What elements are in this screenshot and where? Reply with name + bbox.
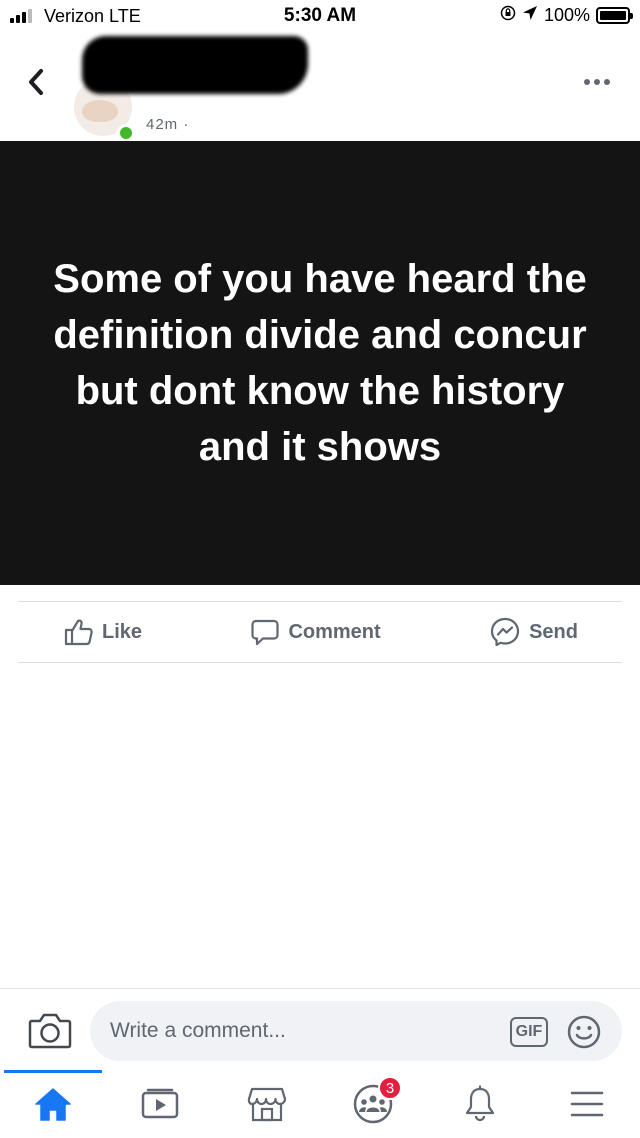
post-text: Some of you have heard the definition di… [53, 257, 587, 469]
tab-notifications[interactable] [427, 1070, 534, 1138]
like-button[interactable]: Like [64, 618, 142, 646]
smiley-icon [567, 1015, 601, 1049]
send-label: Send [529, 620, 578, 643]
like-label: Like [102, 620, 143, 643]
redacted-author-name [82, 36, 308, 94]
comment-placeholder: Write a comment... [110, 1019, 286, 1042]
chevron-left-icon [29, 69, 43, 95]
orientation-lock-icon [500, 5, 516, 26]
comment-composer: Write a comment... GIF [0, 988, 640, 1070]
hamburger-menu-icon [570, 1091, 603, 1117]
groups-notification-badge: 3 [378, 1076, 403, 1100]
video-play-icon [141, 1088, 179, 1119]
tab-menu[interactable] [533, 1070, 640, 1138]
home-icon [35, 1088, 72, 1121]
status-bar: Verizon LTE 5:30 AM 100% [0, 0, 640, 34]
comment-bubble-icon [251, 619, 280, 646]
camera-icon [28, 1013, 72, 1049]
emoji-button[interactable] [566, 1014, 602, 1050]
send-button[interactable]: Send [489, 616, 578, 648]
post-text-card: Some of you have heard the definition di… [0, 141, 640, 585]
marketplace-shop-icon [247, 1087, 286, 1122]
post-meta: 42m · [146, 116, 190, 133]
tab-bar: 3 [0, 1070, 640, 1138]
more-options-button[interactable] [584, 76, 616, 88]
back-button[interactable] [18, 62, 54, 102]
post-header: 42m · [0, 34, 640, 142]
post-actions: Like Comment Send [18, 601, 622, 663]
comment-label: Comment [288, 620, 381, 643]
tab-watch[interactable] [107, 1070, 214, 1138]
tab-groups[interactable]: 3 [320, 1070, 427, 1138]
battery-icon [596, 7, 633, 24]
online-status-dot [117, 124, 135, 142]
tab-home[interactable] [0, 1070, 107, 1138]
comment-button[interactable]: Comment [250, 618, 381, 646]
location-arrow-icon [522, 5, 538, 26]
bell-icon [465, 1085, 495, 1122]
gif-button[interactable]: GIF [510, 1017, 548, 1047]
thumbs-up-icon [64, 619, 93, 646]
battery-percent: 100% [543, 5, 590, 25]
status-right: 100% [500, 5, 633, 26]
camera-button[interactable] [28, 1011, 72, 1049]
comment-input[interactable]: Write a comment... GIF [90, 1001, 622, 1061]
messenger-icon [490, 617, 520, 647]
tab-marketplace[interactable] [213, 1070, 320, 1138]
